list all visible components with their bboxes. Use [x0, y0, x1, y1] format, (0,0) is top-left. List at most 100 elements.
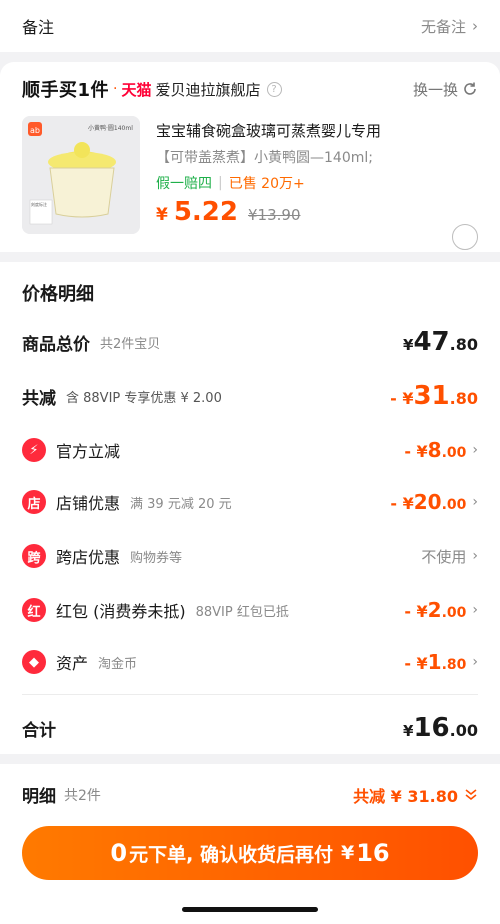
tag-icon: ◆ — [22, 650, 46, 674]
remark-label: 备注 — [22, 18, 55, 37]
reduce-dec: .80 — [449, 389, 478, 408]
red-packet-row[interactable]: 红 红包 (消费券未抵) 88VIP 红包已抵 - ¥ 2 .00 › — [22, 590, 478, 630]
chevron-right-icon: › — [472, 17, 478, 35]
total-dec: .80 — [449, 335, 478, 354]
price-detail-card: 价格明细 商品总价 共2件宝贝 ¥ 47 .80 共减 含 88VIP 专享优惠… — [0, 262, 500, 754]
sum-row: 合计 ¥ 16 .00 — [22, 708, 478, 748]
store-dec: .00 — [441, 497, 467, 513]
chevron-right-icon: › — [472, 602, 478, 618]
chevron-right-icon: › — [472, 494, 478, 510]
remark-row[interactable]: 备注 无备注 › — [0, 0, 500, 52]
reduce-label: 共减 — [22, 388, 56, 409]
remark-value[interactable]: 无备注 › — [421, 16, 478, 37]
thumb-caption: 小黄鸭·圆140ml — [88, 124, 133, 132]
total-currency: ¥ — [403, 336, 414, 354]
store-currency: - ¥ — [390, 494, 414, 513]
brand-label: 顺手买1件 — [22, 80, 110, 101]
home-indicator — [182, 907, 318, 912]
cross-store-label: 跨店优惠 — [56, 548, 121, 567]
cross-store-row[interactable]: 跨 跨店优惠 购物券等 不使用 › — [22, 536, 478, 576]
chevron-right-icon: › — [472, 442, 478, 458]
product-tags: 假一赔四 | 已售 20万+ — [156, 173, 446, 193]
cross-store-sub: 购物券等 — [130, 550, 183, 566]
original-price: ¥13.90 — [248, 206, 301, 224]
total-amount: ¥ 47 .80 — [403, 327, 478, 357]
assets-sub: 淘金币 — [98, 656, 138, 672]
official-discount-row[interactable]: ⚡ 官方立减 - ¥ 8 .00 › — [22, 430, 478, 470]
chevron-right-icon: › — [472, 548, 478, 564]
total-reduce-text: 共减 ¥ 31.80 — [353, 786, 458, 806]
swap-button[interactable]: 换一换 — [413, 79, 478, 100]
lightning-icon: ⚡ — [22, 438, 46, 462]
total-sub: 共2件宝贝 — [100, 336, 161, 352]
official-dec: .00 — [441, 445, 467, 461]
product-title: 宝宝辅食碗盒玻璃可蒸煮婴儿专用 — [156, 122, 382, 140]
reduce-sub: 含 88VIP 专享优惠 ¥ 2.00 — [66, 390, 222, 406]
cross-store-value-text: 不使用 — [421, 547, 467, 566]
red-packet-label: 红包 (消费券未抵) — [56, 602, 186, 621]
red-packet-dec: .00 — [441, 605, 467, 621]
price-value: 5.22 — [173, 197, 238, 227]
shop-header: 顺手买1件 · 天猫 爱贝迪拉旗舰店 ? 换一换 — [22, 76, 478, 102]
total-reduce[interactable]: 共减 ¥ 31.80 — [353, 783, 478, 807]
reduce-int: 31 — [413, 381, 450, 411]
assets-currency: - ¥ — [404, 654, 428, 673]
sum-currency: ¥ — [403, 722, 414, 740]
total-label: 商品总价 — [22, 334, 90, 355]
guarantee-tag: 假一赔四 — [156, 176, 212, 192]
price-detail-title: 价格明细 — [22, 284, 94, 305]
item-count: 共2件 — [64, 787, 101, 804]
reduce-currency: - ¥ — [390, 389, 414, 408]
checkout-bar: 明细 共2件 共减 ¥ 31.80 0 元下单, 确认收货后再付 ¥ 16 — [0, 764, 500, 924]
double-chevron-down-icon — [465, 788, 477, 800]
price-currency: ¥ — [156, 205, 168, 225]
product-card: 顺手买1件 · 天猫 爱贝迪拉旗舰店 ? 换一换 ab 小黄鸭·圆140ml 刻… — [0, 62, 500, 252]
detail-label: 明细 — [22, 787, 56, 807]
assets-label: 资产 — [56, 654, 89, 673]
official-int: 8 — [427, 438, 442, 462]
bowl-image: ab 小黄鸭·圆140ml 刻度标注 — [22, 116, 140, 234]
button-currency: ¥ — [340, 842, 355, 864]
detail-summary[interactable]: 明细 共2件 共减 ¥ 31.80 — [22, 782, 478, 807]
swap-label: 换一换 — [412, 80, 458, 99]
thumb-logo: ab — [30, 126, 40, 135]
reduce-amount: - ¥ 31 .80 — [390, 381, 478, 411]
red-packet-sub: 88VIP 红包已抵 — [195, 604, 289, 620]
select-radio[interactable] — [452, 224, 478, 250]
tmall-logo: 天猫 — [121, 80, 152, 99]
store-icon: 店 — [22, 490, 46, 514]
store-discount-row[interactable]: 店 店铺优惠 满 39 元减 20 元 - ¥ 20 .00 › — [22, 482, 478, 522]
place-order-button[interactable]: 0 元下单, 确认收货后再付 ¥ 16 — [22, 826, 478, 880]
button-text: 元下单, 确认收货后再付 — [129, 843, 333, 866]
red-packet-int: 2 — [427, 598, 442, 622]
total-int: 47 — [413, 327, 450, 357]
product-spec[interactable]: 【可带盖蒸煮】小黄鸭圆—140ml; — [156, 147, 446, 167]
sum-int: 16 — [413, 713, 450, 743]
store-discount-amount: - ¥ 20 .00 › — [390, 490, 478, 514]
assets-dec: .80 — [441, 657, 467, 673]
official-discount-label: 官方立减 — [56, 442, 121, 461]
store-discount-sub: 满 39 元减 20 元 — [130, 496, 232, 512]
red-packet-amount: - ¥ 2 .00 › — [404, 598, 478, 622]
cross-store-icon: 跨 — [22, 544, 46, 568]
chevron-right-icon: › — [472, 654, 478, 670]
reduce-row: 共减 含 88VIP 专享优惠 ¥ 2.00 - ¥ 31 .80 — [22, 376, 478, 416]
red-packet-currency: - ¥ — [404, 602, 428, 621]
product-price: ¥ 5.22 ¥13.90 — [156, 197, 446, 227]
official-discount-amount: - ¥ 8 .00 › — [404, 438, 478, 462]
sum-label: 合计 — [22, 720, 56, 741]
product-info[interactable]: 宝宝辅食碗盒玻璃可蒸煮婴儿专用 【可带盖蒸煮】小黄鸭圆—140ml; 假一赔四 … — [156, 120, 446, 227]
store-name[interactable]: 爱贝迪拉旗舰店 — [156, 79, 261, 100]
store-int: 20 — [413, 490, 442, 514]
tag-divider: | — [218, 175, 223, 191]
assets-row[interactable]: ◆ 资产 淘金币 - ¥ 1 .80 › — [22, 642, 478, 682]
thumb-scale: 刻度标注 — [31, 201, 47, 207]
question-icon[interactable]: ? — [266, 81, 282, 97]
sold-tag: 已售 20万+ — [228, 176, 305, 192]
assets-int: 1 — [427, 650, 442, 674]
store-discount-label: 店铺优惠 — [56, 494, 121, 513]
divider — [22, 694, 478, 695]
button-zero: 0 — [110, 839, 128, 867]
official-currency: - ¥ — [404, 442, 428, 461]
product-image[interactable]: ab 小黄鸭·圆140ml 刻度标注 — [22, 116, 140, 234]
